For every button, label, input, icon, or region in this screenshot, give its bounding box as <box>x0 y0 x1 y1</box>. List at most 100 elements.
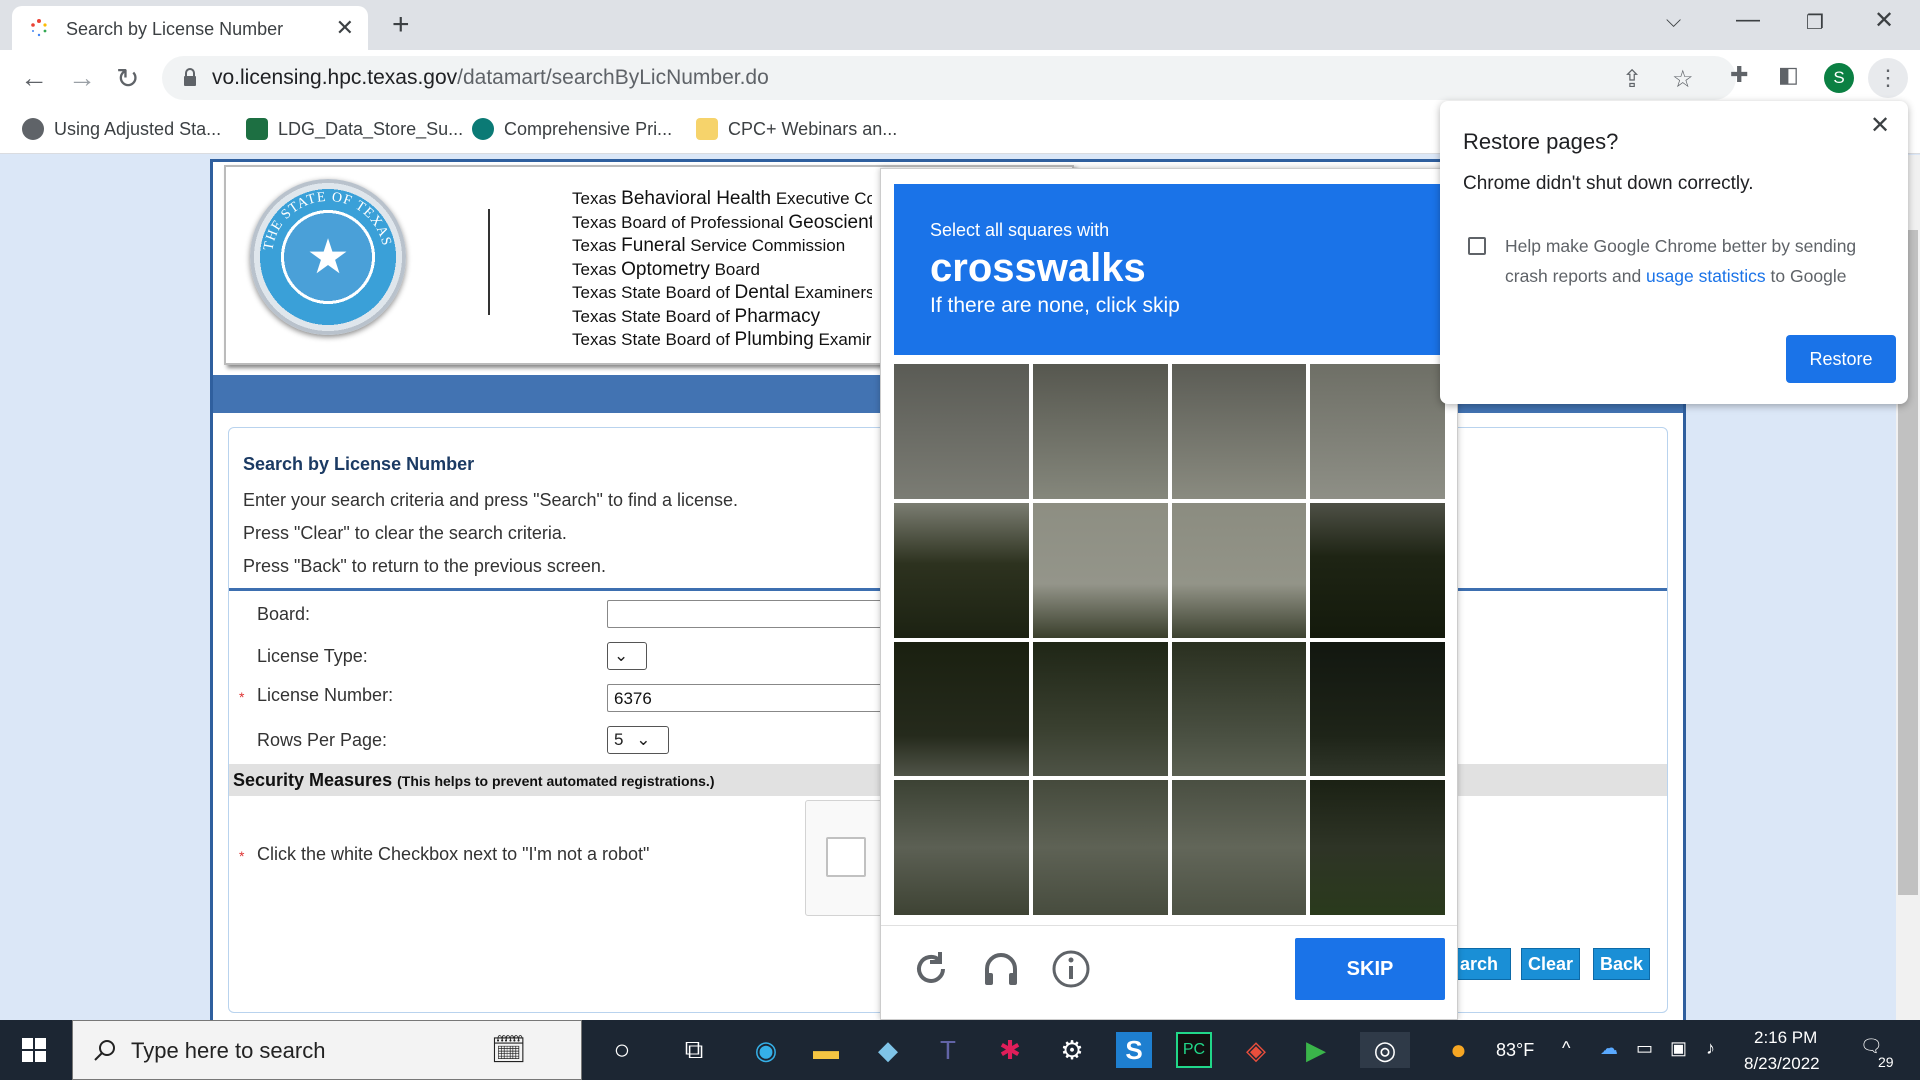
captcha-tile[interactable] <box>1032 641 1168 777</box>
url-text: vo.licensing.hpc.texas.gov/datamart/sear… <box>212 66 769 89</box>
profile-avatar[interactable]: S <box>1824 63 1854 93</box>
tab-search-icon[interactable]: ⌵ <box>1666 10 1681 33</box>
required-mark: * <box>239 689 245 705</box>
taskbar-search[interactable]: Type here to search 🗓 <box>72 1020 582 1080</box>
search-button[interactable]: arch <box>1451 948 1511 980</box>
bookmark-item[interactable]: CPC+ Webinars an... <box>696 118 897 140</box>
captcha-tile[interactable] <box>1171 780 1307 915</box>
captcha-tile[interactable] <box>1171 502 1307 638</box>
slack-icon[interactable]: ✱ <box>992 1032 1028 1068</box>
captcha-tile[interactable] <box>1032 364 1168 499</box>
chrome-icon[interactable]: ◎ <box>1360 1032 1410 1068</box>
captcha-tile[interactable] <box>1171 641 1307 777</box>
new-tab-button[interactable]: + <box>392 8 410 42</box>
restore-button[interactable]: Restore <box>1786 335 1896 383</box>
close-window-button[interactable]: ✕ <box>1874 6 1894 35</box>
info-icon[interactable] <box>1049 947 1093 991</box>
file-explorer-icon[interactable]: ▬ <box>808 1032 844 1068</box>
media-player-icon[interactable]: ▶ <box>1298 1032 1334 1068</box>
clock-date[interactable]: 8/23/2022 <box>1744 1054 1820 1074</box>
close-icon[interactable]: ✕ <box>1870 111 1890 140</box>
clock-time[interactable]: 2:16 PM <box>1754 1028 1817 1048</box>
board-field[interactable] <box>607 600 887 628</box>
restore-window-button[interactable]: ❐ <box>1806 10 1824 35</box>
bookmark-item[interactable]: Comprehensive Pri... <box>472 118 672 140</box>
bookmark-item[interactable]: Using Adjusted Sta... <box>22 118 221 140</box>
search-placeholder: Type here to search <box>131 1038 326 1063</box>
side-panel-icon[interactable]: ◧ <box>1778 62 1799 88</box>
rows-per-page-select[interactable]: 5 ⌄ <box>607 726 669 754</box>
captcha-tile[interactable] <box>1310 502 1445 638</box>
settings-gear-icon[interactable]: ⚙ <box>1054 1032 1090 1068</box>
sharefile-icon[interactable]: S <box>1116 1032 1152 1068</box>
rows-per-page-label: Rows Per Page: <box>257 730 388 750</box>
notes-icon[interactable]: ◆ <box>870 1032 906 1068</box>
close-tab-icon[interactable]: ✕ <box>336 15 354 41</box>
notification-count: 29 <box>1876 1054 1896 1070</box>
bookmark-star-icon[interactable]: ☆ <box>1672 65 1694 94</box>
browser-tab[interactable]: Search by License Number ✕ <box>12 6 368 50</box>
edge-icon[interactable]: ◉ <box>748 1032 784 1068</box>
board-line: Texas Behavioral Health Executive Co <box>572 188 872 209</box>
captcha-tile[interactable] <box>894 780 1029 915</box>
excel-icon <box>246 118 268 140</box>
security-title: Security Measures <box>233 770 393 790</box>
search-highlight-icon: 🗓 <box>491 1034 527 1065</box>
captcha-tile[interactable] <box>1310 641 1445 777</box>
reload-icon[interactable] <box>909 947 953 991</box>
license-type-select[interactable]: ⌄ <box>607 642 647 670</box>
address-bar[interactable]: vo.licensing.hpc.texas.gov/datamart/sear… <box>162 56 1736 100</box>
teams-icon[interactable]: T <box>930 1032 966 1068</box>
lock-icon <box>184 68 196 86</box>
pycharm-icon[interactable]: PC <box>1176 1032 1212 1068</box>
license-number-label: License Number: <box>257 685 394 705</box>
back-arrow-icon[interactable]: ← <box>20 62 48 94</box>
captcha-tile[interactable] <box>1032 780 1168 915</box>
battery-icon[interactable]: ▭ <box>1636 1038 1653 1059</box>
minimize-button[interactable]: — <box>1736 6 1760 34</box>
tab-title: Search by License Number <box>66 19 284 39</box>
skip-button[interactable]: SKIP <box>1295 938 1445 1000</box>
share-icon[interactable]: ⇪ <box>1622 65 1642 94</box>
security-note: (This helps to prevent automated registr… <box>397 773 715 789</box>
chrome-menu-icon[interactable]: ⋮ <box>1868 58 1908 98</box>
clear-button[interactable]: Clear <box>1521 948 1581 980</box>
windows-taskbar: Type here to search 🗓 ○ ⧉ ◉ ▬ ◆ T ✱ ⚙ S … <box>0 1020 1920 1080</box>
captcha-tile[interactable] <box>1032 502 1168 638</box>
bookmark-item[interactable]: LDG_Data_Store_Su... <box>246 118 463 140</box>
cortana-icon[interactable]: ○ <box>604 1032 640 1068</box>
onedrive-icon[interactable]: ☁ <box>1600 1038 1618 1059</box>
send-reports-checkbox[interactable] <box>1468 237 1486 255</box>
instruction-text: Press "Back" to return to the previous s… <box>243 556 606 576</box>
captcha-tile[interactable] <box>1310 780 1445 915</box>
tab-strip: Search by License Number ✕ + ⌵ — ❐ ✕ <box>0 0 1920 50</box>
not-a-robot-checkbox[interactable] <box>826 837 866 877</box>
captcha-tile[interactable] <box>1171 364 1307 499</box>
headphones-icon[interactable] <box>979 947 1023 991</box>
extensions-puzzle-icon[interactable]: ✚ <box>1730 62 1748 88</box>
usage-statistics-link[interactable]: usage statistics <box>1646 266 1766 286</box>
license-number-field[interactable]: 6376 <box>607 684 887 712</box>
captcha-tile[interactable] <box>894 502 1029 638</box>
captcha-tile[interactable] <box>894 641 1029 777</box>
captcha-tile[interactable] <box>894 364 1029 499</box>
dialog-title: Restore pages? <box>1463 129 1619 154</box>
task-view-icon[interactable]: ⧉ <box>676 1032 712 1068</box>
form-title: Search by License Number <box>243 454 475 474</box>
board-line: Texas Board of Professional Geoscient <box>572 211 872 233</box>
star-icon: ★ <box>306 231 350 284</box>
temperature[interactable]: 83°F <box>1496 1040 1534 1061</box>
forward-arrow-icon[interactable]: → <box>68 62 96 94</box>
git-icon[interactable]: ◈ <box>1238 1032 1274 1068</box>
reload-icon[interactable]: ↻ <box>116 62 139 95</box>
back-button[interactable]: Back <box>1593 948 1651 980</box>
board-list: Texas Behavioral Health Executive Co Tex… <box>572 187 872 352</box>
tray-chevron-icon[interactable]: ^ <box>1562 1038 1570 1059</box>
texas-seal-logo: THE STATE OF TEXAS ★ <box>250 179 406 335</box>
windows-start-icon[interactable] <box>22 1038 46 1062</box>
network-icon[interactable]: ▣ <box>1670 1038 1687 1059</box>
browser-toolbar: ← → ↻ vo.licensing.hpc.texas.gov/datamar… <box>0 50 1920 106</box>
captcha-tile[interactable] <box>1310 364 1445 499</box>
volume-icon[interactable]: ♪ <box>1706 1038 1715 1059</box>
sharepoint-icon <box>472 118 494 140</box>
